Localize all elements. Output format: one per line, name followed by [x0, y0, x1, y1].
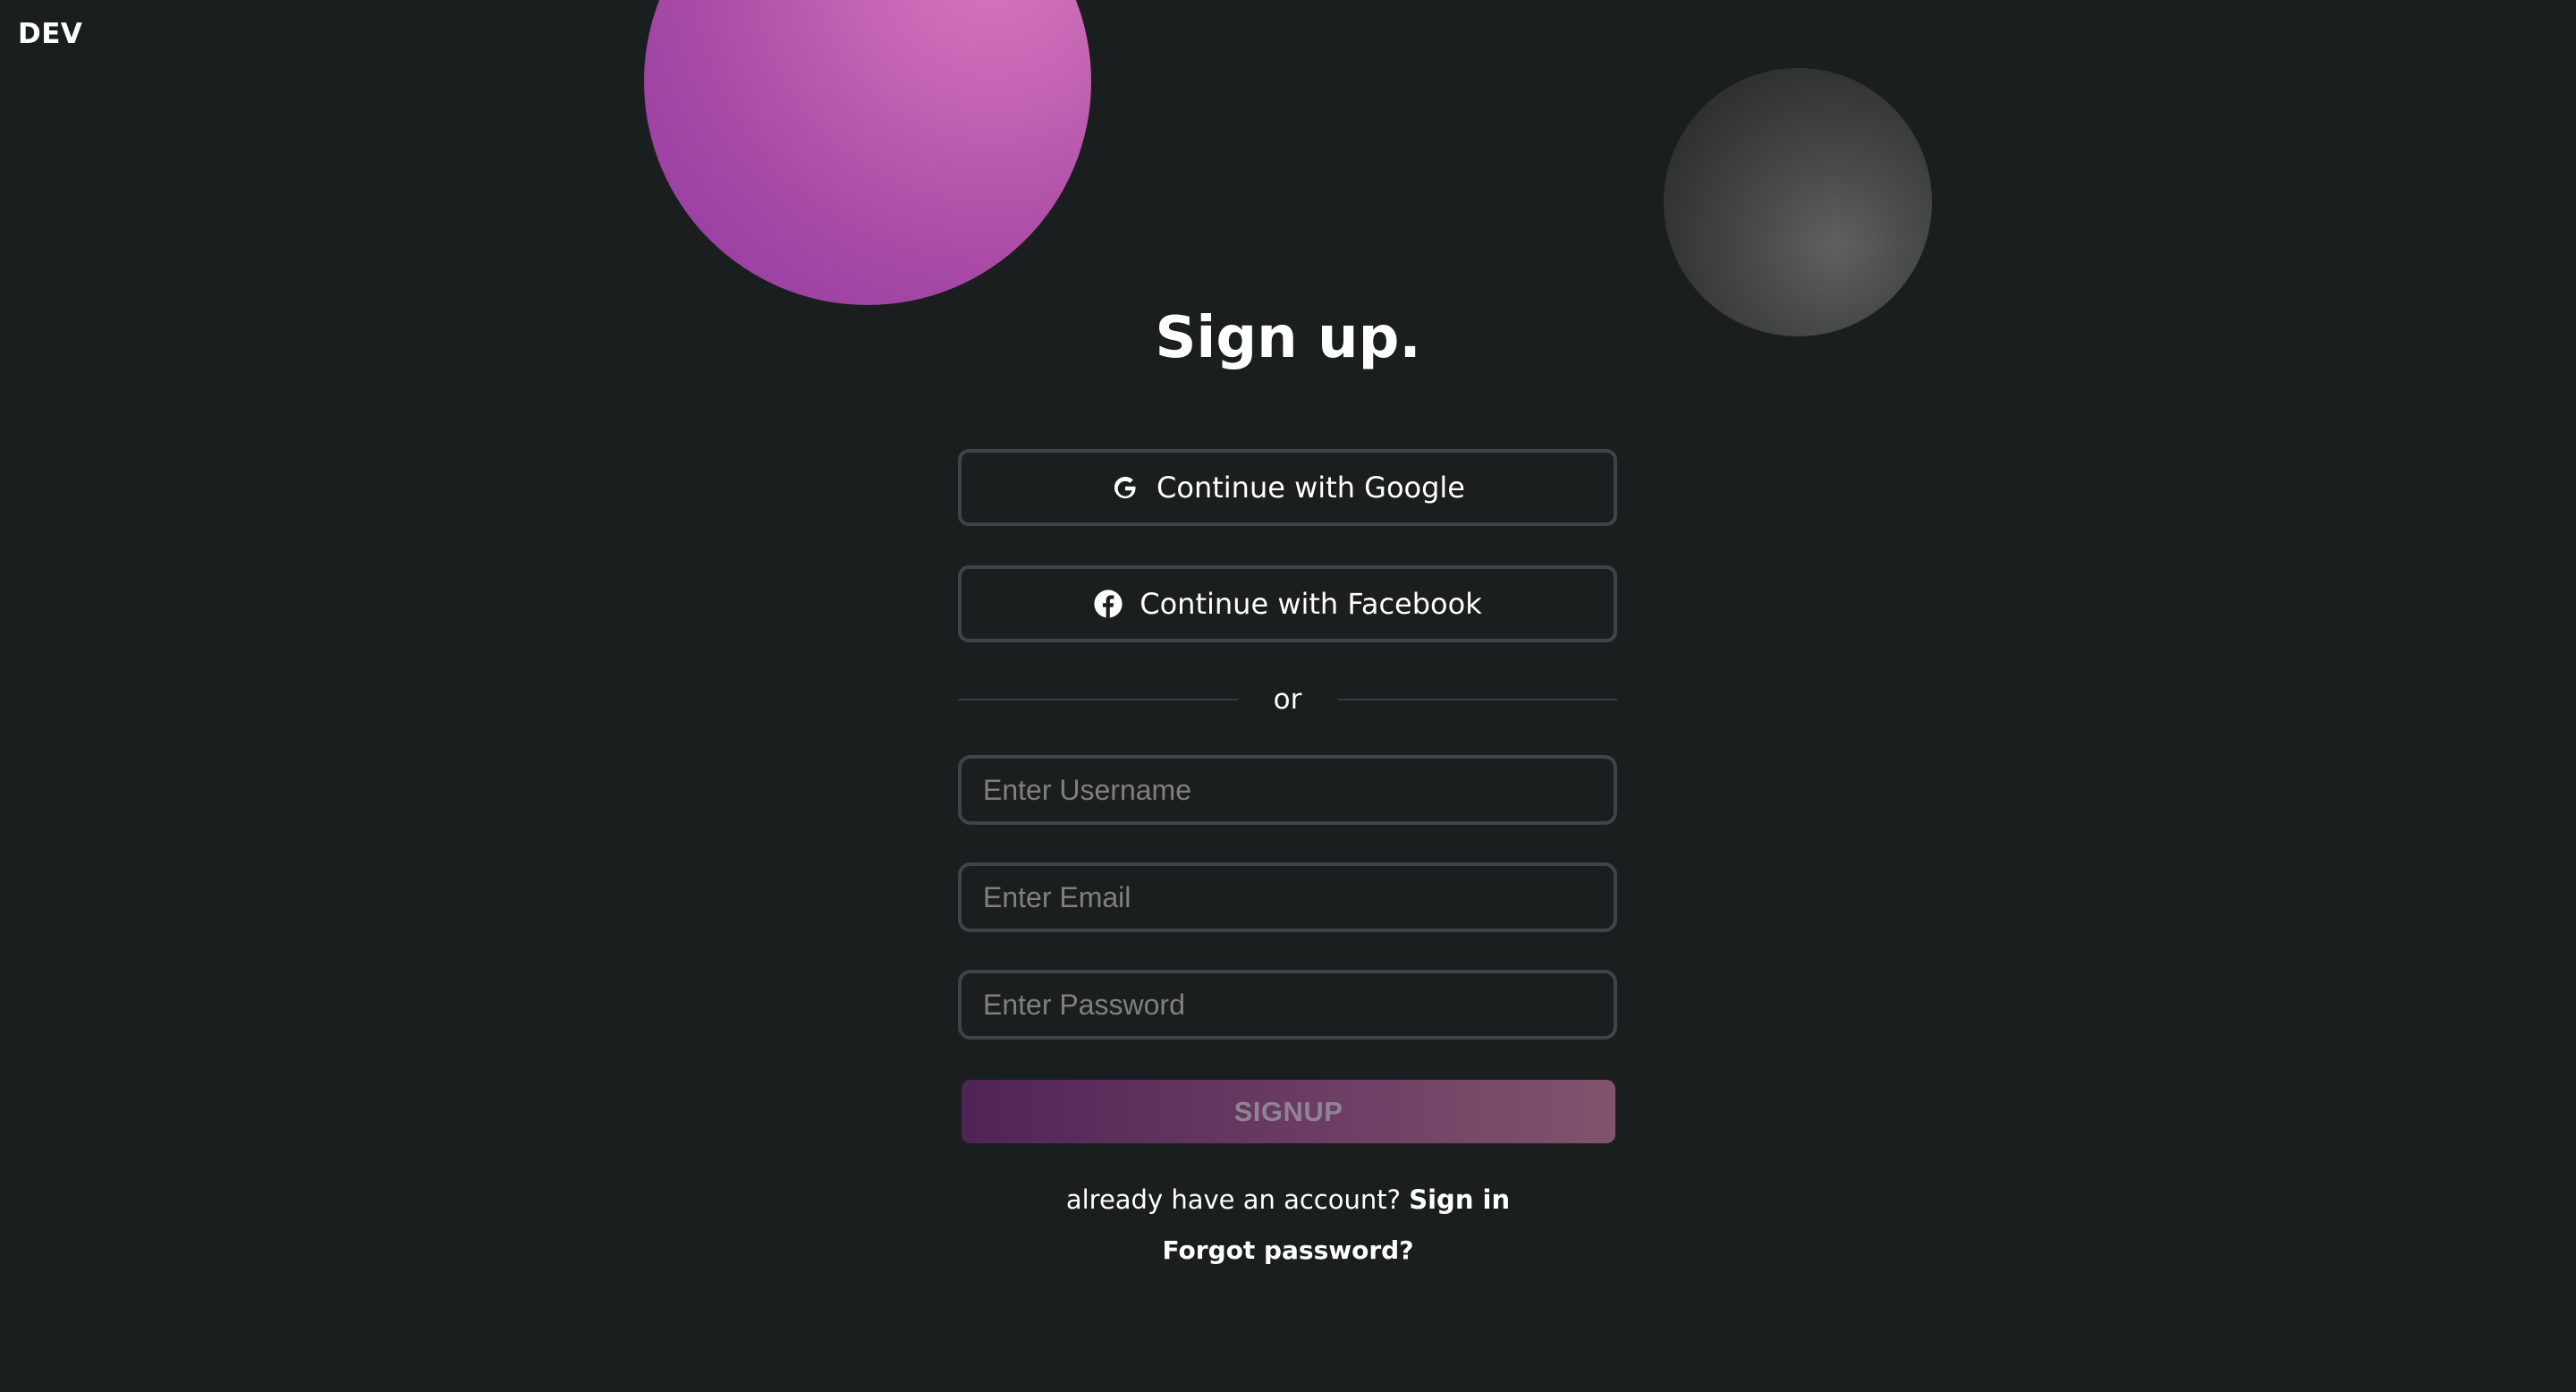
decorative-gray-orb: [1664, 68, 1932, 336]
facebook-icon: [1093, 589, 1123, 619]
email-input[interactable]: [958, 862, 1617, 932]
or-divider: or: [958, 677, 1617, 722]
password-input[interactable]: [958, 970, 1617, 1040]
brand-logo[interactable]: DEV: [18, 18, 82, 50]
decorative-pink-orb: [644, 0, 1091, 305]
google-button-label: Continue with Google: [1157, 471, 1465, 505]
forgot-password-link[interactable]: Forgot password?: [1163, 1235, 1414, 1265]
facebook-button-label: Continue with Facebook: [1140, 587, 1482, 621]
account-prompt-text: already have an account?: [1065, 1184, 1402, 1215]
signin-link[interactable]: Sign in: [1409, 1184, 1510, 1215]
forgot-password-row: Forgot password?: [0, 1230, 2576, 1271]
divider-label: or: [1273, 683, 1302, 716]
signin-prompt: already have an account? Sign in: [0, 1179, 2576, 1220]
signup-button[interactable]: SIGNUP: [962, 1080, 1615, 1143]
divider-line-left: [958, 699, 1238, 700]
signup-page: DEV Sign up. Continue with Google Contin…: [0, 0, 2576, 1392]
continue-with-google-button[interactable]: Continue with Google: [958, 449, 1617, 526]
username-input[interactable]: [958, 755, 1617, 825]
continue-with-facebook-button[interactable]: Continue with Facebook: [958, 565, 1617, 642]
divider-line-right: [1337, 699, 1617, 700]
page-title: Sign up.: [1155, 305, 1421, 371]
google-icon: [1110, 472, 1140, 503]
